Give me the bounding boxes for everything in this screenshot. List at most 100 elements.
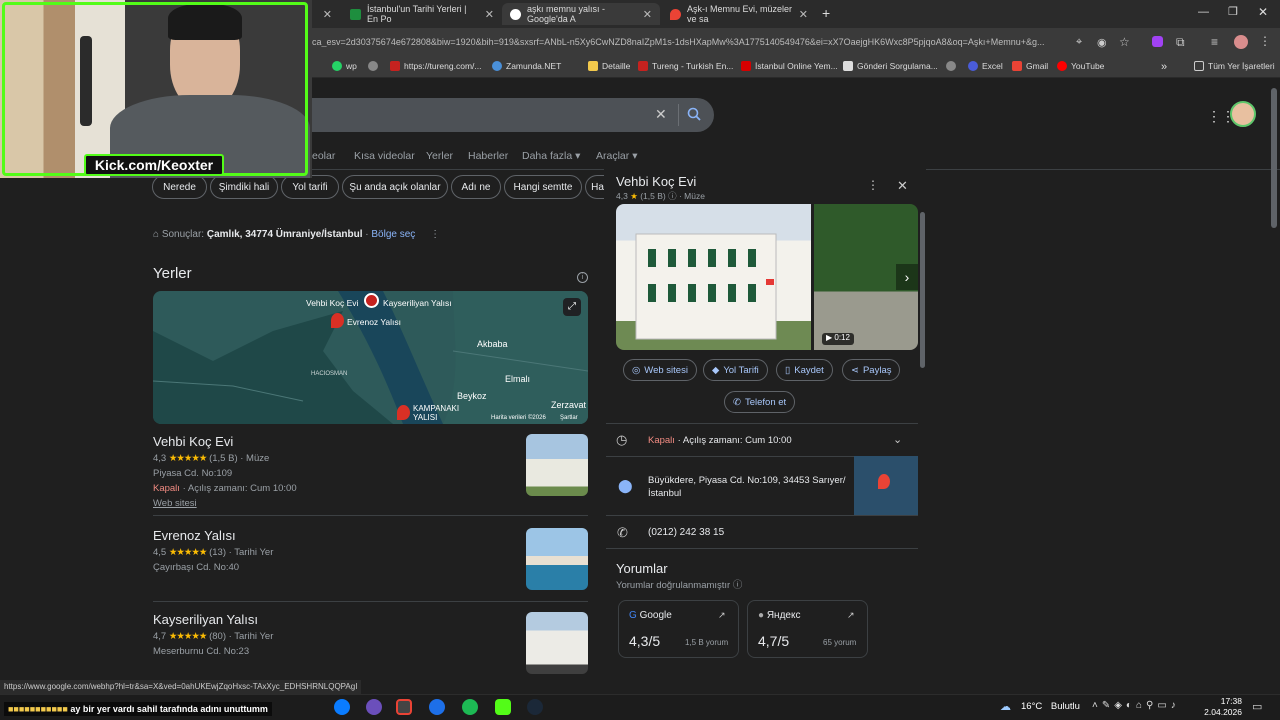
panel-scrollbar[interactable] — [920, 212, 925, 368]
bookmark-excel[interactable]: Excel — [968, 61, 1003, 71]
notification-icon[interactable]: ▭ — [1252, 700, 1262, 713]
review-card-google[interactable]: G Google ↗ 4,3/5 1,5 B yorum — [618, 600, 739, 658]
result-title[interactable]: Vehbi Koç Evi — [153, 434, 513, 449]
map-pin[interactable] — [397, 405, 410, 420]
list-item[interactable]: Evrenoz Yalısı 4,5 ★★★★★ (13) · Tarihi Y… — [153, 528, 513, 573]
menu-icon[interactable]: ⋮ — [1259, 34, 1271, 48]
tab-google-search[interactable]: aşkı memnu yalısı - Google'da A ✕ — [502, 3, 660, 25]
account-avatar[interactable] — [1230, 101, 1256, 127]
search-icon[interactable] — [687, 107, 701, 121]
close-icon[interactable]: ✕ — [323, 8, 332, 21]
map-pin[interactable] — [364, 293, 379, 308]
call-button[interactable]: ✆ Telefon et — [724, 391, 796, 413]
bookmark-globe2[interactable] — [946, 61, 956, 71]
app-icon[interactable] — [429, 699, 445, 715]
bookmark-detaille[interactable]: Detaille — [588, 61, 630, 71]
close-icon[interactable]: ✕ — [485, 8, 494, 21]
bookmark-youtube[interactable]: YouTube — [1057, 61, 1104, 71]
bookmark-wp[interactable]: wp — [332, 61, 357, 71]
nav-news[interactable]: Haberler — [468, 150, 508, 162]
close-icon[interactable]: ✕ — [799, 8, 808, 21]
result-thumbnail[interactable] — [526, 612, 588, 674]
open-external-icon[interactable]: ↗ — [718, 610, 726, 621]
chrome-icon[interactable] — [396, 699, 412, 715]
edge-icon[interactable] — [334, 699, 350, 715]
app-icon[interactable] — [366, 699, 382, 715]
address[interactable]: Büyükdere, Piyasa Cd. No:109, 34453 Sarı… — [648, 474, 854, 500]
mini-map[interactable] — [854, 456, 918, 515]
more-vert-icon[interactable]: ⋮ — [430, 229, 440, 240]
puzzle-icon[interactable]: ⧉ — [1176, 35, 1185, 50]
profile-avatar[interactable] — [1234, 35, 1248, 49]
result-thumbnail[interactable] — [526, 434, 588, 496]
bookmark-tureng-turkish[interactable]: Tureng - Turkish En... — [638, 61, 733, 71]
chevron-right-icon[interactable]: › — [896, 264, 918, 290]
nav-more[interactable]: Daha fazla ▾ — [522, 150, 580, 162]
info-icon[interactable]: ⓘ — [668, 191, 677, 201]
chip-hangi-semtte[interactable]: Hangi semtte — [504, 175, 582, 199]
close-window-icon[interactable]: ✕ — [1258, 5, 1268, 19]
tab-istanbul[interactable]: İstanbul'un Tarihi Yerleri | En Po ✕ — [342, 3, 502, 25]
info-icon[interactable]: i — [577, 272, 588, 283]
tab-ask-memnu[interactable]: Aşk-ı Memnu Evi, müzeler ve sa ✕ — [662, 3, 816, 25]
nav-short-videos[interactable]: Kısa videolar — [354, 150, 415, 162]
chevron-down-icon[interactable]: ⌄ — [893, 433, 902, 446]
website-button[interactable]: ◎ Web sitesi — [623, 359, 697, 381]
chip-acik-olanlar[interactable]: Şu anda açık olanlar — [342, 175, 448, 199]
expand-map-icon[interactable]: ⤢ — [563, 298, 581, 316]
page-scrollbar[interactable] — [1271, 88, 1277, 228]
result-title[interactable]: Kayseriliyan Yalısı — [153, 612, 513, 627]
more-vert-icon[interactable]: ⋮ — [867, 178, 879, 192]
chip-simdiki-hali[interactable]: Şimdiki hali — [210, 175, 278, 199]
list-item[interactable]: Kayseriliyan Yalısı 4,7 ★★★★★ (80) · Tar… — [153, 612, 513, 657]
weather[interactable]: 16°C Bulutlu — [1021, 701, 1080, 712]
chip-nerede[interactable]: Nerede — [152, 175, 207, 199]
steam-icon[interactable] — [527, 699, 543, 715]
all-bookmarks[interactable]: Tüm Yer İşaretleri — [1194, 61, 1275, 71]
bookmark-globe[interactable] — [368, 61, 378, 71]
system-tray[interactable]: ˄✎◈◐⌂⚲▭♪ — [1092, 700, 1180, 711]
directions-button[interactable]: ◆ Yol Tarifi — [703, 359, 768, 381]
extension-icon[interactable] — [1152, 36, 1163, 47]
map-pin[interactable] — [331, 313, 344, 328]
result-thumbnail[interactable] — [526, 528, 588, 590]
search-input[interactable] — [300, 98, 714, 132]
nav-tools[interactable]: Araçlar ▾ — [596, 150, 637, 162]
phone-number[interactable]: (0212) 242 38 15 — [648, 527, 724, 538]
nav-videos[interactable]: eolar — [312, 150, 335, 162]
tab-partial[interactable]: ✕ — [312, 3, 340, 25]
website-link[interactable]: Web sitesi — [153, 498, 513, 509]
url-input[interactable]: ca_esv=2d30375674e672808&biw=1920&bih=91… — [312, 37, 1067, 47]
hours-row[interactable]: Kapalı · Açılış zamanı: Cum 10:00 — [648, 435, 792, 446]
new-tab-icon[interactable]: + — [822, 5, 830, 21]
bookmark-gonderi[interactable]: Gönderi Sorgulama... — [843, 61, 938, 71]
places-map[interactable]: Vehbi Koç Evi Kayseriliyan Yalısı Evreno… — [153, 291, 588, 424]
open-external-icon[interactable]: ↗ — [847, 610, 855, 621]
list-item[interactable]: Vehbi Koç Evi 4,3 ★★★★★ (1,5 B) · Müze P… — [153, 434, 513, 509]
clear-search-icon[interactable]: ✕ — [655, 106, 667, 123]
nav-places[interactable]: Yerler — [426, 150, 453, 162]
eye-off-icon[interactable]: ◉ — [1097, 36, 1107, 49]
clock[interactable]: 17:38 2.04.2026 — [1204, 696, 1242, 718]
star-bookmark-icon[interactable]: ☆ — [1119, 35, 1130, 49]
place-photo[interactable] — [616, 204, 811, 350]
chip-adi-ne[interactable]: Adı ne — [451, 175, 501, 199]
bookmark-tureng[interactable]: https://tureng.com/... — [390, 61, 481, 71]
maximize-icon[interactable]: ❐ — [1228, 5, 1238, 18]
media-icon[interactable]: ≡ — [1211, 35, 1218, 49]
kick-icon[interactable] — [495, 699, 511, 715]
result-title[interactable]: Evrenoz Yalısı — [153, 528, 513, 543]
save-button[interactable]: ▯ Kaydet — [776, 359, 833, 381]
info-icon[interactable]: ⓘ — [733, 580, 743, 591]
close-icon[interactable]: ✕ — [897, 178, 908, 194]
bookmark-gmail[interactable]: Gmail — [1012, 61, 1048, 71]
more-bookmarks-icon[interactable]: » — [1161, 61, 1167, 73]
spotify-icon[interactable] — [462, 699, 478, 715]
map-terms[interactable]: Şartlar — [560, 415, 578, 421]
close-icon[interactable]: ✕ — [643, 8, 652, 21]
review-card-yandex[interactable]: ● Яндекс ↗ 4,7/5 65 yorum — [747, 600, 868, 658]
bookmark-istanbul-online[interactable]: İstanbul Online Yem... — [741, 61, 838, 71]
bookmark-zamunda[interactable]: Zamunda.NET — [492, 61, 561, 71]
select-region-link[interactable]: Bölge seç — [371, 229, 415, 240]
chip-yol-tarifi[interactable]: Yol tarifi — [281, 175, 339, 199]
